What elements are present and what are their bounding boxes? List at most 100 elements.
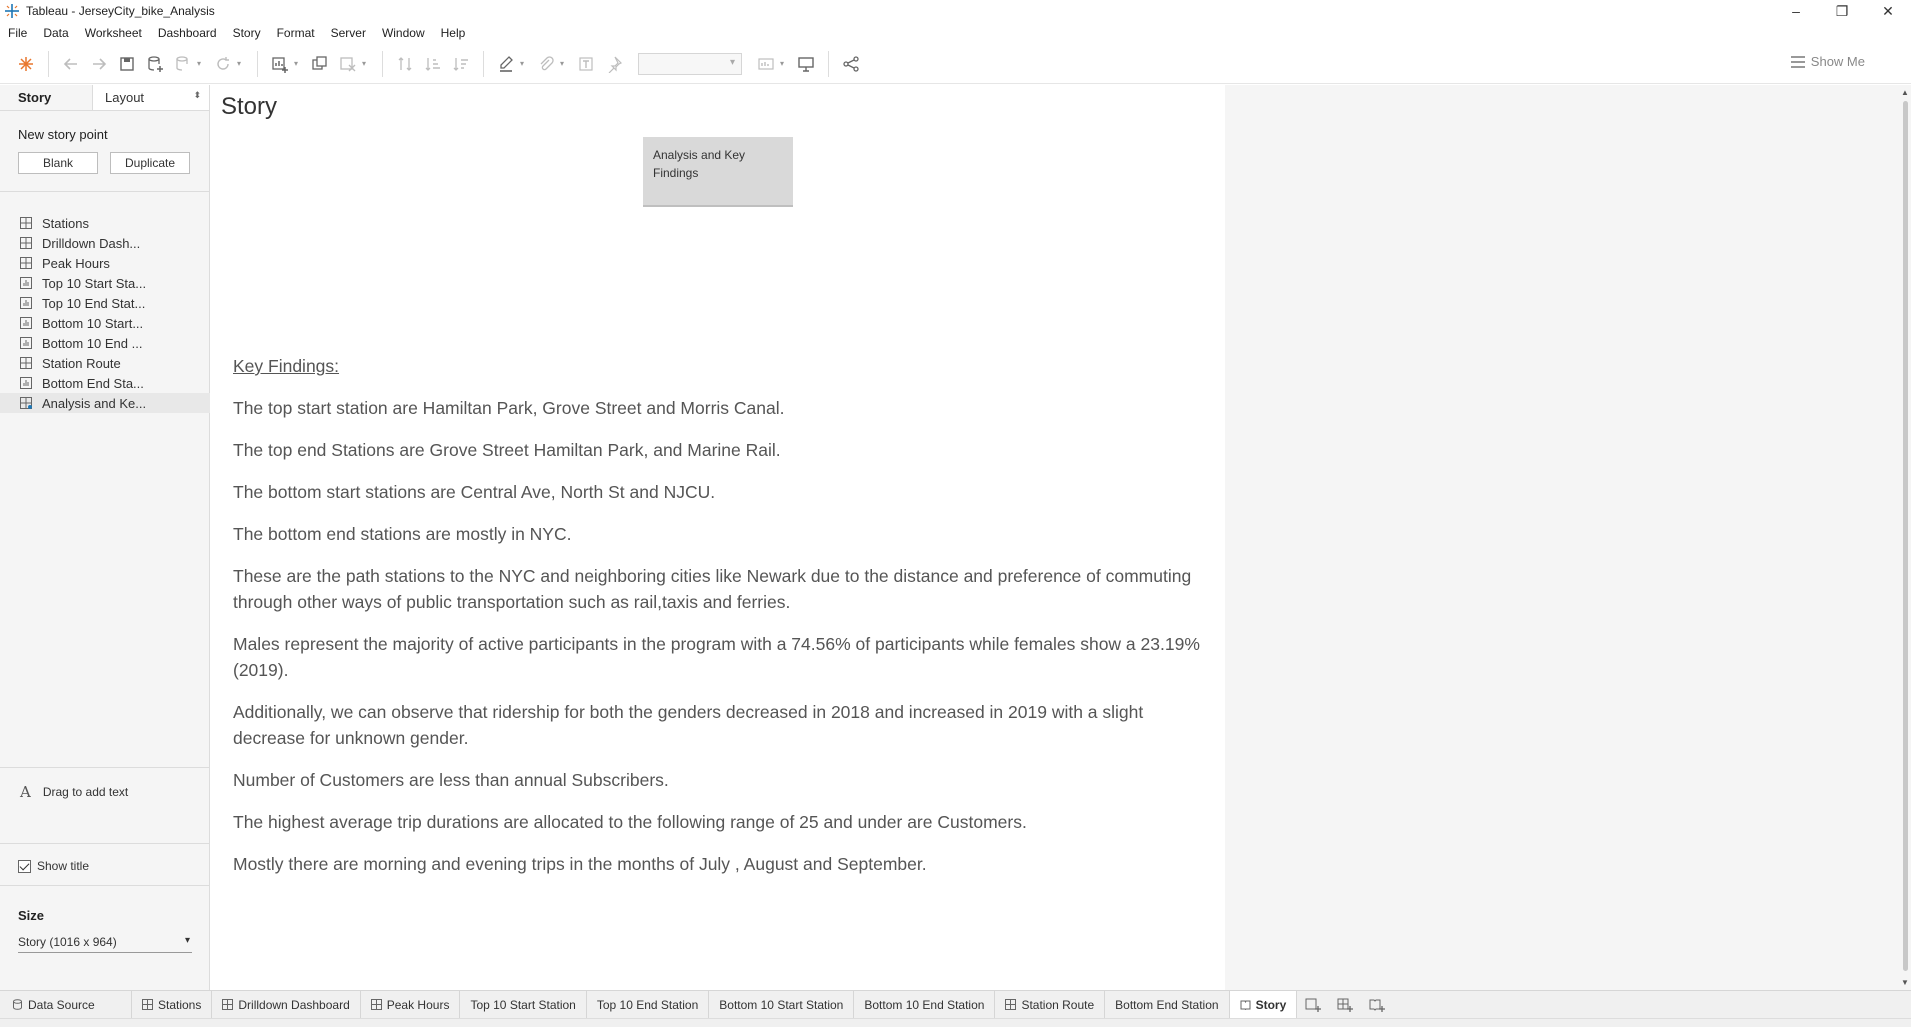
fit-select[interactable] xyxy=(638,52,742,75)
show-title-checkbox[interactable]: Show title xyxy=(18,859,89,873)
tab-peak-hours[interactable]: Peak Hours xyxy=(361,990,461,1019)
clear-sheet-button[interactable] xyxy=(334,50,362,78)
caret-icon[interactable]: ▾ xyxy=(237,59,245,68)
sheet-item-label: Peak Hours xyxy=(42,255,110,271)
restore-button[interactable]: ❐ xyxy=(1819,0,1865,22)
menu-server[interactable]: Server xyxy=(331,26,366,40)
drag-to-add-text[interactable]: A Drag to add text xyxy=(20,783,128,801)
key-findings-text[interactable]: Key Findings: The top start station are … xyxy=(233,353,1213,893)
new-worksheet-button[interactable] xyxy=(266,50,294,78)
sheet-item-top-10-end-station[interactable]: Top 10 End Stat... xyxy=(0,293,210,313)
size-select[interactable]: Story (1016 x 964) xyxy=(18,933,192,953)
sort-ascending-button[interactable] xyxy=(419,50,447,78)
duplicate-button[interactable]: Duplicate xyxy=(110,152,190,174)
tab-top-10-end-station[interactable]: Top 10 End Station xyxy=(587,990,710,1019)
arrow-left-icon xyxy=(63,57,77,70)
save-button[interactable] xyxy=(113,50,141,78)
undo-button[interactable] xyxy=(57,50,85,78)
tableau-home-button[interactable] xyxy=(12,50,40,78)
menu-data[interactable]: Data xyxy=(43,26,68,40)
worksheet-icon xyxy=(20,337,32,349)
window-title: Tableau - JerseyCity_bike_Analysis xyxy=(26,4,215,18)
tab-label: Station Route xyxy=(1021,997,1095,1012)
caret-icon[interactable]: ▾ xyxy=(197,59,205,68)
dashboard-icon xyxy=(20,357,32,369)
new-story-tab-button[interactable] xyxy=(1361,991,1393,1019)
caret-icon[interactable]: ▾ xyxy=(294,59,302,68)
show-me-button[interactable]: Show Me xyxy=(1790,54,1865,69)
pause-updates-button[interactable] xyxy=(169,50,197,78)
sheet-item-peak-hours[interactable]: Peak Hours xyxy=(0,253,210,273)
caret-icon[interactable]: ▾ xyxy=(560,59,568,68)
vertical-scrollbar[interactable]: ▲ ▼ xyxy=(1900,85,1911,990)
tab-bottom-end-station[interactable]: Bottom End Station xyxy=(1105,990,1230,1019)
tab-bottom-10-start-station[interactable]: Bottom 10 Start Station xyxy=(709,990,855,1019)
finding-paragraph: The highest average trip durations are a… xyxy=(233,812,1027,832)
worksheet-icon xyxy=(20,277,32,289)
sheet-item-analysis-and-key-findings[interactable]: Analysis and Ke... xyxy=(0,393,210,413)
redo-button[interactable] xyxy=(85,50,113,78)
scrollbar-thumb[interactable] xyxy=(1903,101,1908,971)
new-worksheet-tab-button[interactable] xyxy=(1297,991,1329,1019)
caret-icon[interactable]: ▾ xyxy=(780,59,788,68)
swap-button[interactable] xyxy=(391,50,419,78)
scroll-down-icon[interactable]: ▼ xyxy=(1901,978,1909,987)
tab-drilldown-dashboard[interactable]: Drilldown Dashboard xyxy=(212,990,361,1019)
dashboard-icon xyxy=(20,397,32,409)
toolbar-separator xyxy=(382,50,383,77)
divider xyxy=(0,885,210,886)
close-button[interactable]: ✕ xyxy=(1865,0,1911,22)
caret-icon[interactable]: ▾ xyxy=(362,59,370,68)
share-button[interactable] xyxy=(837,50,865,78)
group-members-button[interactable] xyxy=(532,50,560,78)
dashboard-icon xyxy=(370,999,382,1010)
sheet-item-drilldown-dashboard[interactable]: Drilldown Dash... xyxy=(0,233,210,253)
tab-story[interactable]: Story xyxy=(1229,990,1298,1019)
menu-format[interactable]: Format xyxy=(277,26,315,40)
sort-descending-button[interactable] xyxy=(447,50,475,78)
story-canvas: Story Analysis and Key Findings Key Find… xyxy=(211,85,1225,990)
new-data-source-button[interactable] xyxy=(141,50,169,78)
tab-top-10-start-station[interactable]: Top 10 Start Station xyxy=(460,990,587,1019)
sheet-item-stations[interactable]: Stations xyxy=(0,213,210,233)
divider xyxy=(0,767,210,768)
story-title[interactable]: Story xyxy=(221,93,277,121)
minimize-button[interactable]: – xyxy=(1773,0,1819,22)
blank-button[interactable]: Blank xyxy=(18,152,98,174)
tab-stations[interactable]: Stations xyxy=(132,990,213,1019)
show-cards-button[interactable] xyxy=(752,50,780,78)
drag-to-add-text-label: Drag to add text xyxy=(42,785,129,799)
tab-data-source[interactable]: Data Source xyxy=(2,990,132,1019)
menu-dashboard[interactable]: Dashboard xyxy=(158,26,217,40)
tab-bottom-10-end-station[interactable]: Bottom 10 End Station xyxy=(854,990,996,1019)
story-point-caption[interactable]: Analysis and Key Findings xyxy=(643,137,793,207)
sheet-item-top-10-start-station[interactable]: Top 10 Start Sta... xyxy=(0,273,210,293)
menu-window[interactable]: Window xyxy=(382,26,425,40)
presentation-mode-button[interactable] xyxy=(792,50,820,78)
sheet-item-bottom-10-end-station[interactable]: Bottom 10 End ... xyxy=(0,333,210,353)
caret-icon[interactable]: ▾ xyxy=(520,59,528,68)
tab-layout[interactable]: Layout xyxy=(92,85,209,110)
size-label: Size xyxy=(18,908,45,923)
refresh-button[interactable] xyxy=(209,50,237,78)
menu-story[interactable]: Story xyxy=(233,26,261,40)
toolbar-separator xyxy=(828,50,829,77)
finding-paragraph: Mostly there are morning and evening tri… xyxy=(233,854,927,874)
scroll-up-icon[interactable]: ▲ xyxy=(1901,88,1909,97)
fix-axes-button[interactable] xyxy=(600,50,628,78)
menu-help[interactable]: Help xyxy=(441,26,466,40)
sheet-item-bottom-10-start-station[interactable]: Bottom 10 Start... xyxy=(0,313,210,333)
menu-file[interactable]: File xyxy=(8,26,27,40)
tab-story[interactable]: Story xyxy=(0,85,92,110)
duplicate-sheet-button[interactable] xyxy=(306,50,334,78)
sheet-item-station-route[interactable]: Station Route xyxy=(0,353,210,373)
menu-worksheet[interactable]: Worksheet xyxy=(85,26,142,40)
text-label-icon xyxy=(579,56,593,71)
new-dashboard-tab-button[interactable] xyxy=(1329,991,1361,1019)
sheet-item-bottom-end-station[interactable]: Bottom End Sta... xyxy=(0,373,210,393)
divider xyxy=(0,191,210,192)
highlight-button[interactable] xyxy=(492,50,520,78)
tab-label: Top 10 End Station xyxy=(596,997,699,1012)
show-mark-labels-button[interactable] xyxy=(572,50,600,78)
tab-station-route[interactable]: Station Route xyxy=(995,990,1106,1019)
